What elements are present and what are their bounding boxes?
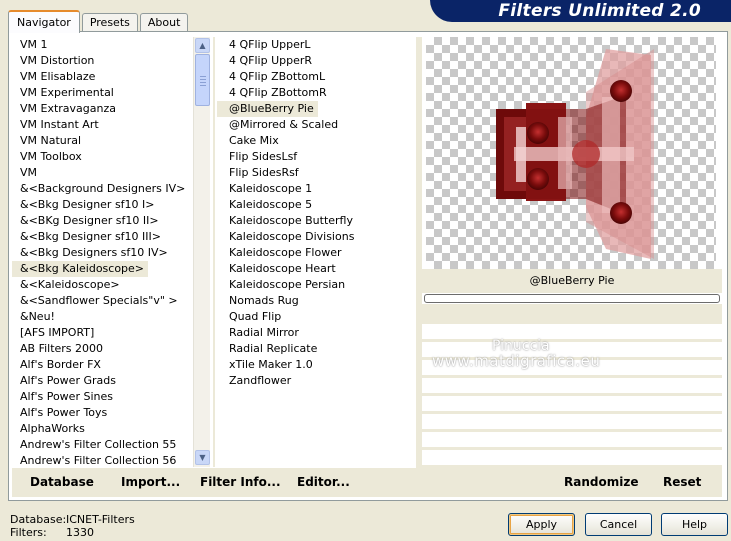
category-scrollbar[interactable]: ▲ ▼ xyxy=(193,37,210,467)
filter-item[interactable]: @Mirrored & Scaled xyxy=(217,117,417,133)
category-item[interactable]: &<Kaleidoscope> xyxy=(12,277,192,293)
apply-button[interactable]: Apply xyxy=(508,513,575,536)
filter-item[interactable]: Zandflower xyxy=(217,373,417,389)
status-filters-value: 1330 xyxy=(66,526,94,539)
category-item[interactable]: &<Sandflower Specials"v" > xyxy=(12,293,192,309)
preview-image xyxy=(496,49,654,259)
category-item[interactable]: VM Experimental xyxy=(12,85,192,101)
category-list[interactable]: VM 1 VM Distortion VM Elisablaze VM Experim… xyxy=(12,37,192,467)
category-item[interactable]: &<Bkg Designer sf10 I> xyxy=(12,197,192,213)
filter-item[interactable]: Radial Mirror xyxy=(217,325,417,341)
status-database-value: ICNET-Filters xyxy=(66,513,135,526)
category-item[interactable]: VM Elisablaze xyxy=(12,69,192,85)
cancel-button[interactable]: Cancel xyxy=(585,513,652,536)
category-item[interactable]: &<Bkg Designers sf10 IV> xyxy=(12,245,192,261)
status-filters-label: Filters: xyxy=(10,526,47,539)
filter-item[interactable]: Kaleidoscope 5 xyxy=(217,197,417,213)
filter-item[interactable]: @BlueBerry Pie xyxy=(217,101,318,117)
preview-filter-name: @BlueBerry Pie xyxy=(422,269,722,293)
param-row[interactable] xyxy=(422,324,722,340)
category-item[interactable]: Alf's Border FX xyxy=(12,357,192,373)
param-row[interactable] xyxy=(422,432,722,448)
category-item[interactable]: &<Background Designers IV> xyxy=(12,181,192,197)
filter-item[interactable]: Cake Mix xyxy=(217,133,417,149)
category-item[interactable]: VM xyxy=(12,165,192,181)
category-item[interactable]: &Neu! xyxy=(12,309,192,325)
param-row[interactable] xyxy=(422,450,722,466)
status-filters: Filters: 1330 xyxy=(10,526,94,539)
filter-item[interactable]: Kaleidoscope Flower xyxy=(217,245,417,261)
filter-item[interactable]: Radial Replicate xyxy=(217,341,417,357)
category-item[interactable]: VM Distortion xyxy=(12,53,192,69)
category-item[interactable]: VM Instant Art xyxy=(12,117,192,133)
category-item[interactable]: VM 1 xyxy=(12,37,192,53)
filter-item[interactable]: 4 QFlip ZBottomL xyxy=(217,69,417,85)
app-title: Filters Unlimited 2.0 xyxy=(430,0,731,22)
watermark-url: www.matdigrafica.eu xyxy=(432,352,601,370)
import-button[interactable]: Import... xyxy=(121,475,180,489)
filter-item[interactable]: Kaleidoscope Butterfly xyxy=(217,213,417,229)
param-row[interactable] xyxy=(422,378,722,394)
editor-button[interactable]: Editor... xyxy=(297,475,350,489)
category-item[interactable]: Alf's Power Sines xyxy=(12,389,192,405)
status-database-label: Database: xyxy=(10,513,67,526)
filter-item[interactable]: 4 QFlip UpperR xyxy=(217,53,417,69)
tab-navigator[interactable]: Navigator xyxy=(8,10,80,33)
status-database: Database: ICNET-Filters xyxy=(10,513,135,526)
category-item[interactable]: Andrew's Filter Collection 56 xyxy=(12,453,192,467)
filter-item[interactable]: Flip SidesLsf xyxy=(217,149,417,165)
category-item[interactable]: VM Extravaganza xyxy=(12,101,192,117)
category-item[interactable]: &<BKg Designer sf10 II> xyxy=(12,213,192,229)
filter-item[interactable]: Kaleidoscope Persian xyxy=(217,277,417,293)
chevron-up-icon[interactable]: ▲ xyxy=(195,38,210,53)
database-button[interactable]: Database xyxy=(30,475,94,489)
randomize-button[interactable]: Randomize xyxy=(564,475,638,489)
filter-info-button[interactable]: Filter Info... xyxy=(200,475,281,489)
filter-item[interactable]: xTile Maker 1.0 xyxy=(217,357,417,373)
progress-bar xyxy=(424,294,720,303)
tab-strip: Navigator Presets About xyxy=(8,10,190,33)
filter-item[interactable]: Kaleidoscope Heart xyxy=(217,261,417,277)
category-item[interactable]: VM Toolbox xyxy=(12,149,192,165)
filter-item[interactable]: Quad Flip xyxy=(217,309,417,325)
category-item[interactable]: AlphaWorks xyxy=(12,421,192,437)
filter-item[interactable]: 4 QFlip UpperL xyxy=(217,37,417,53)
preview-canvas xyxy=(426,37,716,269)
filter-item[interactable]: Flip SidesRsf xyxy=(217,165,417,181)
param-row[interactable] xyxy=(422,414,722,430)
tab-about[interactable]: About xyxy=(139,13,189,32)
tab-presets[interactable]: Presets xyxy=(81,13,138,32)
help-button[interactable]: Help xyxy=(661,513,728,536)
filter-item[interactable]: 4 QFlip ZBottomR xyxy=(217,85,417,101)
filter-list[interactable]: 4 QFlip UpperL 4 QFlip UpperR 4 QFlip ZBot… xyxy=(217,37,417,467)
scrollbar-thumb[interactable] xyxy=(195,54,210,106)
category-item[interactable]: &<Bkg Designer sf10 III> xyxy=(12,229,192,245)
category-item[interactable]: Alf's Power Grads xyxy=(12,373,192,389)
category-item[interactable]: AB Filters 2000 xyxy=(12,341,192,357)
filter-item[interactable]: Kaleidoscope 1 xyxy=(217,181,417,197)
filter-item[interactable]: Kaleidoscope Divisions xyxy=(217,229,417,245)
list-divider xyxy=(213,37,215,467)
category-item[interactable]: Andrew's Filter Collection 55 xyxy=(12,437,192,453)
chevron-down-icon[interactable]: ▼ xyxy=(195,450,210,465)
filter-item[interactable]: Nomads Rug xyxy=(217,293,417,309)
category-item[interactable]: VM Natural xyxy=(12,133,192,149)
param-row[interactable] xyxy=(422,396,722,412)
category-item[interactable]: &<Bkg Kaleidoscope> xyxy=(12,261,149,277)
parameter-area xyxy=(422,304,722,468)
reset-button[interactable]: Reset xyxy=(663,475,701,489)
category-item[interactable]: [AFS IMPORT] xyxy=(12,325,192,341)
category-item[interactable]: Alf's Power Toys xyxy=(12,405,192,421)
